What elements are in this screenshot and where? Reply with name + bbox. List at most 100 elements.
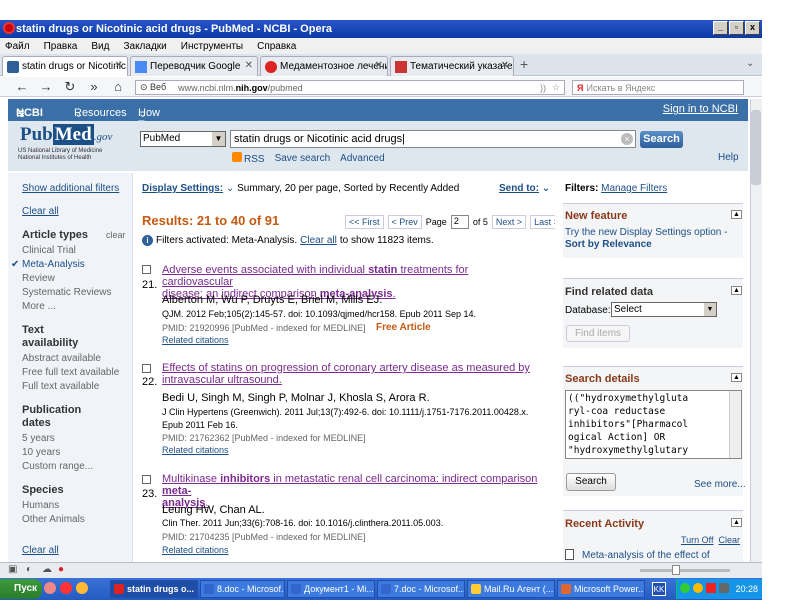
close-tab-icon[interactable]: ✕ (501, 60, 509, 71)
collapse-icon[interactable]: ▲ (731, 286, 742, 295)
filter-humans[interactable]: Humans (22, 500, 59, 511)
select-arrow-icon[interactable]: ▼ (704, 303, 716, 316)
home-icon[interactable]: ⌂ (110, 79, 126, 94)
filter-5-years[interactable]: 5 years (22, 433, 55, 444)
show-filters-link[interactable]: Show additional filters (22, 183, 119, 194)
network-icon[interactable] (680, 583, 690, 593)
help-link[interactable]: Help (718, 152, 739, 163)
recent-clear-link[interactable]: Clear (719, 535, 741, 545)
close-tab-icon[interactable]: ✕ (245, 60, 253, 71)
sort-relevance-link[interactable]: Sort by Relevance (565, 239, 652, 250)
task-mail-agent[interactable]: Mail.Ru Агент (... (467, 580, 555, 598)
filter-clear-link[interactable]: Clear all (300, 235, 337, 246)
forward-arrow-icon[interactable]: → (38, 79, 54, 94)
speed-dial-icon[interactable]: ◐ (26, 564, 32, 575)
search-button[interactable]: Search (640, 131, 683, 148)
find-items-button[interactable]: Find items (566, 325, 630, 342)
clear-all-link[interactable]: Clear all (22, 206, 59, 217)
filter-meta-analysis[interactable]: Meta-Analysis (22, 259, 85, 270)
menu-file[interactable]: Файл (5, 41, 30, 52)
result-checkbox[interactable] (142, 265, 151, 274)
rss-feed-icon[interactable]: )) (540, 83, 546, 93)
send-to-menu[interactable]: Send to: ⌄ (499, 183, 550, 194)
start-button[interactable]: Пуск (0, 579, 42, 599)
related-citations-link[interactable]: Related citations (162, 445, 229, 455)
collapse-icon[interactable]: ▲ (731, 373, 742, 382)
related-citations-link[interactable]: Related citations (162, 545, 229, 555)
tab-google-translate[interactable]: Переводчик Google ✕ (130, 56, 258, 76)
filter-clinical-trial[interactable]: Clinical Trial (22, 245, 76, 256)
minimize-button[interactable]: _ (713, 21, 728, 35)
clear-query-icon[interactable]: × (621, 133, 633, 145)
collapse-icon[interactable]: ▲ (731, 210, 742, 219)
language-indicator[interactable]: KK (652, 582, 666, 596)
display-settings[interactable]: Display Settings: ⌄ Summary, 20 per page… (142, 183, 459, 194)
back-arrow-icon[interactable]: ← (14, 79, 30, 94)
panel-toggle-icon[interactable]: ▣ (8, 564, 17, 575)
address-bar[interactable]: ⊙ Веб www.ncbi.nlm.nih.gov/pubmed ☆ )) (135, 80, 565, 95)
tab-pubmed[interactable]: statin drugs or Nicotinic ac... ✕ (2, 56, 128, 76)
pager-next[interactable]: Next > (491, 215, 527, 229)
pager-first[interactable]: << First (345, 215, 384, 229)
menu-bookmarks[interactable]: Закладки (123, 41, 166, 52)
menu-view[interactable]: Вид (91, 41, 109, 52)
related-citations-link[interactable]: Related citations (162, 335, 229, 345)
result-checkbox[interactable] (142, 475, 151, 484)
filter-systematic-reviews[interactable]: Systematic Reviews (22, 287, 111, 298)
save-search-link[interactable]: Save search (275, 153, 331, 164)
related-db-select[interactable]: Select (611, 302, 717, 317)
task-powerpoint[interactable]: Microsoft Power... (557, 580, 645, 598)
opera-icon[interactable] (3, 22, 15, 34)
result-title[interactable]: Effects of statins on progression of cor… (162, 362, 542, 386)
filter-custom-range[interactable]: Custom range... (22, 461, 93, 472)
filter-more[interactable]: More ... (22, 301, 56, 312)
page-scrollbar-thumb[interactable] (751, 110, 761, 185)
menu-edit[interactable]: Правка (44, 41, 78, 52)
zoom-slider-thumb[interactable] (672, 565, 680, 575)
task-word-7[interactable]: 7.doc - Microsof... (377, 580, 465, 598)
filter-free-full-text[interactable]: Free full text available (22, 367, 119, 378)
textarea-scrollbar[interactable] (729, 391, 741, 458)
search-details-textarea[interactable]: (("hydroxymethylgluta ryl-coa reductase … (565, 390, 742, 459)
sync-icon[interactable]: ☁ (42, 564, 52, 575)
filter-abstract[interactable]: Abstract available (22, 353, 101, 364)
recent-item-link[interactable]: Meta-analysis of the effect of (582, 550, 710, 561)
filter-review[interactable]: Review (22, 273, 55, 284)
collapse-icon[interactable]: ▲ (731, 518, 742, 527)
bookmark-star-icon[interactable]: ☆ (552, 82, 560, 93)
reload-icon[interactable]: ↻ (62, 79, 78, 95)
volume-icon[interactable] (719, 583, 729, 593)
opera-turbo-icon[interactable]: ● (58, 564, 64, 575)
tray-app-icon[interactable] (693, 583, 703, 593)
manage-filters-link[interactable]: Manage Filters (601, 183, 667, 194)
select-arrow-icon[interactable]: ▼ (212, 132, 225, 146)
result-checkbox[interactable] (142, 364, 151, 373)
fast-forward-icon[interactable]: » (86, 79, 102, 94)
clear-all-bottom-link[interactable]: Clear all (22, 545, 59, 556)
page-input[interactable]: 2 (450, 215, 469, 229)
task-word-doc1[interactable]: Документ1 - Mi... (287, 580, 375, 598)
opera-icon[interactable] (60, 582, 72, 594)
antivirus-icon[interactable] (706, 583, 716, 593)
pubmed-logo[interactable]: Pub Med .gov (20, 124, 112, 146)
filter-10-years[interactable]: 10 years (22, 447, 60, 458)
free-article-badge[interactable]: Free Article (376, 322, 431, 333)
pager-prev[interactable]: < Prev (387, 215, 422, 229)
filter-full-text[interactable]: Full text available (22, 381, 99, 392)
filter-other-animals[interactable]: Other Animals (22, 514, 85, 525)
see-more-link[interactable]: See more... (694, 479, 746, 490)
new-tab-button[interactable]: + (520, 56, 528, 72)
menu-tools[interactable]: Инструменты (181, 41, 243, 52)
turn-off-link[interactable]: Turn Off (681, 535, 714, 545)
browser-icon[interactable] (76, 582, 88, 594)
tab-treatment[interactable]: Медаментозное лечени... ✕ (260, 56, 388, 76)
yandex-search-input[interactable]: Я Искать в Яндекс (572, 80, 744, 95)
clock[interactable]: 20:28 (735, 584, 758, 594)
sign-in-link[interactable]: Sign in to NCBI (663, 103, 738, 115)
close-button[interactable]: x (745, 21, 760, 35)
task-opera[interactable]: statin drugs o... (110, 580, 198, 598)
task-word-8[interactable]: 8.doc - Microsof... (200, 580, 285, 598)
tab-list-chevron-icon[interactable]: ⌄ (746, 58, 754, 69)
rss-link[interactable]: RSS (232, 152, 265, 165)
advanced-link[interactable]: Advanced (340, 153, 384, 164)
